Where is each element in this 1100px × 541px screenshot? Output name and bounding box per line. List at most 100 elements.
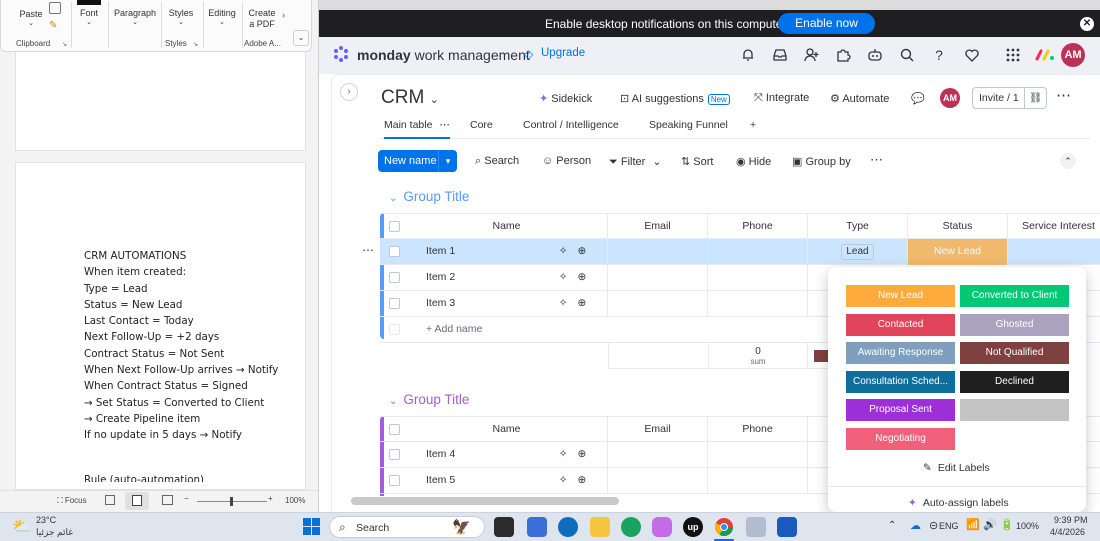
monday-products-icon[interactable] — [1035, 48, 1055, 62]
ai-suggestions-button[interactable]: ⊡ AI suggestions New — [620, 92, 730, 105]
email-cell[interactable] — [608, 442, 708, 468]
select-all-checkbox[interactable] — [389, 424, 400, 435]
chevron-down-icon[interactable]: ⌄ — [389, 193, 397, 204]
upwork-icon[interactable]: up — [683, 517, 703, 537]
chevron-up-icon[interactable]: ⌃ — [888, 520, 896, 531]
format-painter-icon[interactable]: ✎ — [49, 20, 57, 31]
column-header-service-interest[interactable]: Service Interest — [1008, 214, 1100, 240]
email-cell[interactable] — [608, 265, 708, 291]
row-checkbox[interactable] — [389, 298, 400, 309]
copy-icon[interactable] — [49, 2, 61, 14]
zoom-level[interactable]: 100% — [285, 496, 305, 505]
close-icon[interactable]: ✕ — [1080, 17, 1094, 31]
add-update-icon[interactable]: ⊕ — [578, 245, 587, 257]
select-all-checkbox[interactable] — [389, 221, 400, 232]
weather-icon[interactable]: ⛅ — [12, 517, 31, 535]
column-header-email[interactable]: Email — [608, 417, 708, 443]
column-header-email[interactable]: Email — [608, 214, 708, 240]
new-item-button[interactable]: New name ▾ — [378, 150, 457, 172]
taskbar-search[interactable]: ⌕ Search 🦅 — [329, 516, 485, 538]
email-cell[interactable] — [608, 468, 708, 494]
ai-assistant-icon[interactable] — [867, 47, 883, 63]
email-cell[interactable] — [608, 291, 708, 317]
status-label-option[interactable]: New Lead — [846, 285, 955, 307]
row-menu-icon[interactable]: ⋯ — [362, 243, 374, 257]
item-name[interactable]: Item 1 — [406, 239, 538, 265]
tab-main-table[interactable]: Main table ⋯ — [384, 119, 450, 139]
phone-cell[interactable] — [708, 291, 808, 317]
edit-labels-button[interactable]: ✎ Edit Labels — [923, 462, 990, 474]
search-icon[interactable] — [899, 47, 915, 63]
item-name[interactable]: Item 5 — [406, 468, 538, 494]
board-title[interactable]: CRM ⌄ — [381, 87, 439, 109]
ai-sparkle-icon[interactable]: ✧ — [559, 297, 568, 309]
dialog-launcher-icon[interactable]: ↘ — [62, 41, 67, 48]
brand-title[interactable]: monday work management — [357, 47, 530, 63]
row-checkbox[interactable] — [389, 475, 400, 486]
bell-icon[interactable] — [740, 47, 756, 63]
status-label-option[interactable]: Contacted — [846, 313, 955, 336]
word-scrollbar[interactable] — [307, 52, 315, 488]
more-options-icon[interactable]: ⋯ — [870, 152, 883, 168]
email-cell[interactable] — [608, 239, 708, 265]
help-icon[interactable]: ? — [931, 47, 947, 63]
expand-sidebar-icon[interactable]: › — [340, 83, 358, 101]
enable-now-button[interactable]: Enable now — [778, 13, 875, 34]
ai-sparkle-icon[interactable]: ✧ — [559, 448, 568, 460]
editing-button[interactable]: Editing ⌄ — [207, 8, 237, 26]
tab-control-intelligence[interactable]: Control / Intelligence — [523, 119, 619, 131]
status-cell[interactable]: New Lead — [908, 239, 1008, 265]
sort-button[interactable]: ⇅ Sort — [681, 155, 713, 168]
store-icon[interactable] — [527, 517, 547, 537]
tab-core[interactable]: Core — [470, 119, 493, 131]
table-row[interactable]: Item 1 ✧ ⊕ Lead New Lead — [380, 239, 1100, 265]
snipping-tool-icon[interactable] — [746, 517, 766, 537]
file-explorer-icon[interactable] — [590, 517, 610, 537]
group-by-button[interactable]: ▣ Group by — [792, 155, 851, 168]
clock-date[interactable]: 4/4/2026 — [1050, 527, 1085, 537]
task-view-icon[interactable] — [494, 517, 514, 537]
chrome-icon[interactable] — [714, 517, 734, 537]
status-label-option[interactable]: Negotiating — [846, 428, 955, 450]
teams-meet-icon[interactable]: ⊝ — [929, 519, 938, 532]
paragraph-button[interactable]: Paragraph ⌄ — [113, 8, 157, 26]
type-cell[interactable]: Lead — [808, 239, 908, 265]
read-mode-icon[interactable] — [105, 495, 115, 505]
item-name[interactable]: Item 4 — [406, 442, 538, 468]
add-update-icon[interactable]: ⊕ — [578, 297, 587, 309]
column-header-type[interactable]: Type — [808, 214, 908, 240]
group-title[interactable]: ⌄ Group Title — [389, 189, 469, 204]
windows-start-icon[interactable] — [303, 518, 320, 535]
weather-desc[interactable]: غائم جزئيا — [36, 527, 73, 538]
avatar[interactable]: AM — [1061, 43, 1085, 67]
horizontal-scrollbar[interactable] — [351, 497, 619, 505]
volume-icon[interactable]: 🔊 — [983, 518, 997, 531]
more-options-icon[interactable]: ⋯ — [1056, 86, 1072, 104]
ai-sparkle-icon[interactable]: ✧ — [559, 271, 568, 283]
create-pdf-button[interactable]: Create a PDF — [247, 8, 277, 30]
filter-button[interactable]: ⏷ Filter ⌄ — [609, 155, 662, 169]
battery-icon[interactable]: 🔋 — [1000, 518, 1014, 531]
column-header-name[interactable]: Name — [406, 417, 608, 443]
status-label-option[interactable]: Proposal Sent — [846, 399, 955, 422]
status-label-option[interactable]: Awaiting Response — [846, 342, 955, 365]
zoom-slider-thumb[interactable] — [230, 497, 233, 506]
status-label-option[interactable]: Consultation Sched... — [846, 370, 955, 393]
chevron-down-icon[interactable]: ⌄ — [389, 396, 397, 407]
add-update-icon[interactable]: ⊕ — [578, 271, 587, 283]
collapse-header-icon[interactable]: ⌃ — [1060, 153, 1076, 169]
status-label-option[interactable]: Not Qualified — [960, 342, 1069, 365]
tab-speaking-funnel[interactable]: Speaking Funnel — [649, 119, 728, 131]
chevron-down-icon[interactable]: ⌄ — [652, 156, 661, 168]
ribbon-scroll-right-icon[interactable]: › — [282, 10, 285, 20]
apps-puzzle-icon[interactable] — [835, 47, 851, 63]
paste-button[interactable]: Paste ⌄ — [18, 0, 44, 27]
web-layout-icon[interactable] — [162, 495, 173, 505]
column-header-phone[interactable]: Phone — [708, 417, 808, 443]
group-title[interactable]: ⌄ Group Title — [389, 392, 469, 407]
phone-cell[interactable] — [708, 468, 808, 494]
focus-button[interactable]: ⛶ Focus — [57, 496, 87, 506]
phone-cell[interactable] — [708, 442, 808, 468]
styles-button[interactable]: Styles ⌄ — [167, 8, 195, 26]
avatar[interactable]: AM — [940, 88, 960, 108]
